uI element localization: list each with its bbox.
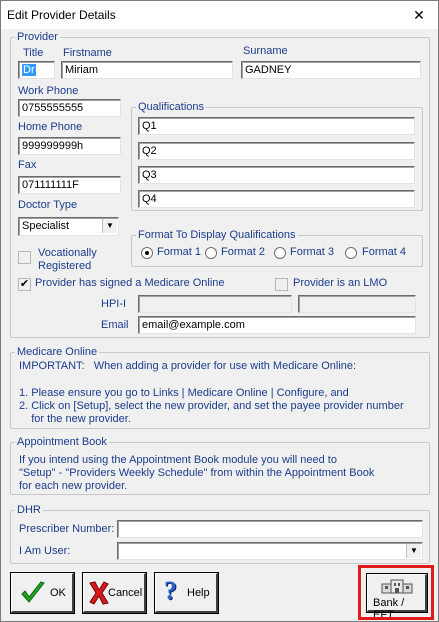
window-title: Edit Provider Details	[7, 8, 116, 22]
home-phone-field[interactable]: 999999999h	[18, 137, 121, 155]
chevron-down-icon[interactable]: ▼	[102, 219, 117, 233]
help-icon: ?	[164, 576, 177, 605]
fax-field[interactable]: 071111111F	[18, 176, 121, 194]
work-phone-field[interactable]: 0755555555	[18, 99, 121, 117]
doctor-type-label: Doctor Type	[18, 199, 78, 211]
checkmark-icon	[21, 581, 45, 603]
title-field[interactable]: Dr	[18, 61, 55, 79]
format-1-label[interactable]: Format 1	[157, 246, 201, 258]
chevron-down-icon[interactable]: ▼	[406, 544, 421, 558]
lmo-checkbox[interactable]	[275, 278, 288, 291]
ok-label: OK	[50, 587, 66, 599]
surname-label: Surname	[243, 45, 288, 57]
appointment-book-line1: If you intend using the Appointment Book…	[19, 454, 337, 466]
checkmark-icon: ✔	[19, 278, 30, 290]
format-2-radio[interactable]	[205, 247, 217, 259]
format-3-label[interactable]: Format 3	[290, 246, 334, 258]
dhr-legend: DHR	[15, 503, 43, 517]
title-value: Dr	[22, 64, 36, 76]
vocationally-checkbox[interactable]	[18, 251, 31, 264]
title-label: Title	[23, 47, 44, 59]
close-icon[interactable]: ✕	[408, 6, 430, 24]
qualification-field-4[interactable]: Q4	[138, 190, 415, 208]
email-label: Email	[101, 319, 129, 331]
i-am-user-label: I Am User:	[19, 545, 71, 557]
doctor-type-select[interactable]: Specialist ▼	[18, 217, 119, 236]
appointment-book-legend: Appointment Book	[15, 435, 109, 449]
vocationally-label-line1: Vocationally	[38, 247, 97, 259]
medicare-online-line4: for the new provider.	[19, 413, 131, 425]
medicare-online-line1: IMPORTANT: When adding a provider for us…	[19, 360, 357, 372]
format-1-radio[interactable]	[141, 247, 153, 259]
help-label: Help	[187, 587, 210, 599]
fax-label: Fax	[18, 159, 37, 171]
format-3-radio[interactable]	[274, 247, 286, 259]
title-bar: Edit Provider Details ✕	[1, 1, 438, 29]
appointment-book-line2: "Setup" - "Providers Weekly Schedule" fr…	[19, 467, 375, 479]
prescriber-number-field[interactable]	[117, 520, 423, 538]
lmo-label: Provider is an LMO	[293, 277, 388, 289]
format-legend: Format To Display Qualifications	[136, 228, 298, 242]
help-button[interactable]: ? Help	[154, 572, 219, 614]
surname-field[interactable]: GADNEY	[241, 61, 421, 79]
firstname-field[interactable]: Miriam	[61, 61, 233, 79]
format-2-label[interactable]: Format 2	[221, 246, 265, 258]
doctor-type-value: Specialist	[22, 220, 70, 232]
cancel-button[interactable]: Cancel	[82, 572, 147, 614]
vocationally-label-line2: Registered	[38, 260, 92, 272]
i-am-user-select[interactable]: ▼	[117, 542, 423, 560]
medicare-signed-checkbox[interactable]: ✔	[18, 278, 31, 291]
edit-provider-dialog: Edit Provider Details ✕ Provider Title D…	[0, 0, 439, 622]
qualifications-legend: Qualifications	[136, 100, 207, 114]
medicare-online-legend: Medicare Online	[15, 345, 100, 359]
medicare-online-line2: 1. Please ensure you go to Links | Medic…	[19, 387, 349, 399]
qualification-field-2[interactable]: Q2	[138, 142, 415, 160]
appointment-book-line3: for each new provider.	[19, 480, 128, 492]
home-phone-label: Home Phone	[18, 121, 83, 133]
hpii-field-2[interactable]	[298, 295, 416, 313]
format-4-label[interactable]: Format 4	[362, 246, 406, 258]
medicare-signed-label: Provider has signed a Medicare Online	[35, 277, 225, 289]
highlight-box	[358, 565, 434, 620]
provider-legend: Provider	[15, 30, 60, 44]
hpii-label: HPI-I	[101, 298, 127, 310]
medicare-online-line3: 2. Click on [Setup], select the new prov…	[19, 400, 404, 412]
work-phone-label: Work Phone	[18, 85, 79, 97]
format-4-radio[interactable]	[345, 247, 357, 259]
prescriber-number-label: Prescriber Number:	[19, 523, 115, 535]
cancel-label: Cancel	[108, 587, 143, 599]
firstname-label: Firstname	[63, 47, 112, 59]
qualification-field-1[interactable]: Q1	[138, 117, 415, 135]
qualification-field-3[interactable]: Q3	[138, 166, 415, 184]
email-field[interactable]: email@example.com	[138, 316, 416, 334]
hpii-field-1[interactable]	[138, 295, 292, 313]
ok-button[interactable]: OK	[10, 572, 75, 614]
